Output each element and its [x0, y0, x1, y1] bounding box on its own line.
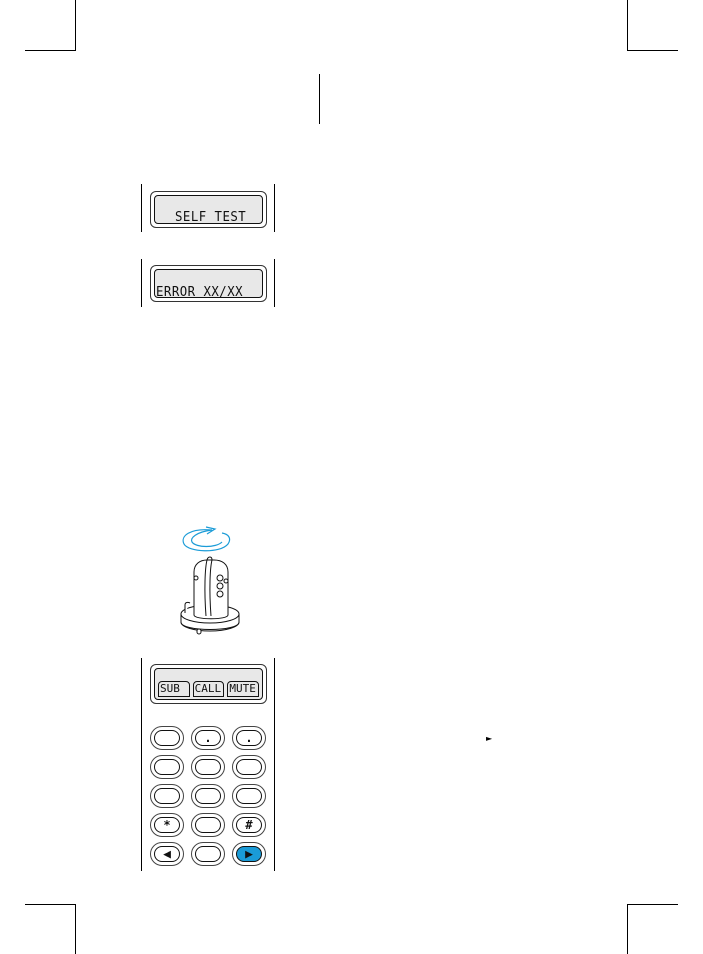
key-r3c1[interactable] — [150, 784, 184, 808]
lcd-screen: SELF TEST — [154, 195, 263, 225]
key-r2c2[interactable] — [191, 755, 225, 779]
key-r3c3[interactable] — [232, 784, 266, 808]
figure-frame-left — [141, 658, 142, 871]
key-star[interactable]: * — [150, 813, 184, 837]
key-r1c1[interactable] — [150, 726, 184, 750]
lcd-screen: SUB CALL MUTE — [154, 668, 263, 700]
crop-mark-bottom-right-horizontal — [627, 904, 678, 905]
figure-frame-right — [274, 259, 275, 307]
lcd-screen: ERROR XX/XX — [154, 269, 263, 300]
center-fold-mark — [319, 74, 320, 124]
figure-frame-right — [274, 658, 275, 871]
hash-icon: # — [236, 817, 262, 833]
key-r1c3[interactable]: . — [232, 726, 266, 750]
key-left-arrow[interactable]: ◀ — [150, 842, 184, 866]
key-r2c3[interactable] — [232, 755, 266, 779]
right-arrow-icon: ▶ — [236, 846, 262, 862]
crop-mark-top-right-horizontal — [627, 50, 678, 51]
keypad-lcd: SUB CALL MUTE — [150, 664, 267, 704]
crop-mark-top-left-vertical — [75, 0, 76, 50]
key-r2c1[interactable] — [150, 755, 184, 779]
key-r5c2[interactable] — [191, 842, 225, 866]
crop-mark-top-right-vertical — [627, 0, 628, 50]
key-right-arrow[interactable]: ▶ — [232, 842, 266, 866]
radio-body — [193, 556, 229, 620]
crop-mark-top-left-horizontal — [25, 50, 76, 51]
rotate-arrow-icon — [182, 526, 231, 552]
softkey-mute[interactable]: MUTE — [227, 681, 260, 697]
softkey-labels: SUB CALL MUTE — [158, 681, 260, 697]
crop-mark-bottom-right-vertical — [627, 904, 628, 954]
error-lcd: ERROR XX/XX — [150, 265, 267, 302]
crop-mark-bottom-left-horizontal — [25, 904, 76, 905]
key-r4c2[interactable] — [191, 813, 225, 837]
figure-frame-right — [274, 184, 275, 232]
right-pointer-icon: ► — [486, 734, 493, 743]
figure-frame-left — [141, 259, 142, 307]
crop-mark-bottom-left-vertical — [75, 904, 76, 954]
key-r3c2[interactable] — [191, 784, 225, 808]
figure-frame-left — [141, 184, 142, 232]
softkey-sub[interactable]: SUB — [158, 681, 190, 697]
left-arrow-icon: ◀ — [154, 846, 180, 862]
self-test-lcd: SELF TEST — [150, 191, 267, 228]
star-icon: * — [154, 817, 180, 833]
softkey-call[interactable]: CALL — [192, 681, 225, 697]
self-test-text: SELF TEST — [175, 210, 247, 225]
radio-charger-illustration — [180, 526, 240, 635]
key-hash[interactable]: # — [232, 813, 266, 837]
error-text: ERROR XX/XX — [156, 285, 244, 300]
key-r1c2[interactable]: . — [191, 726, 225, 750]
